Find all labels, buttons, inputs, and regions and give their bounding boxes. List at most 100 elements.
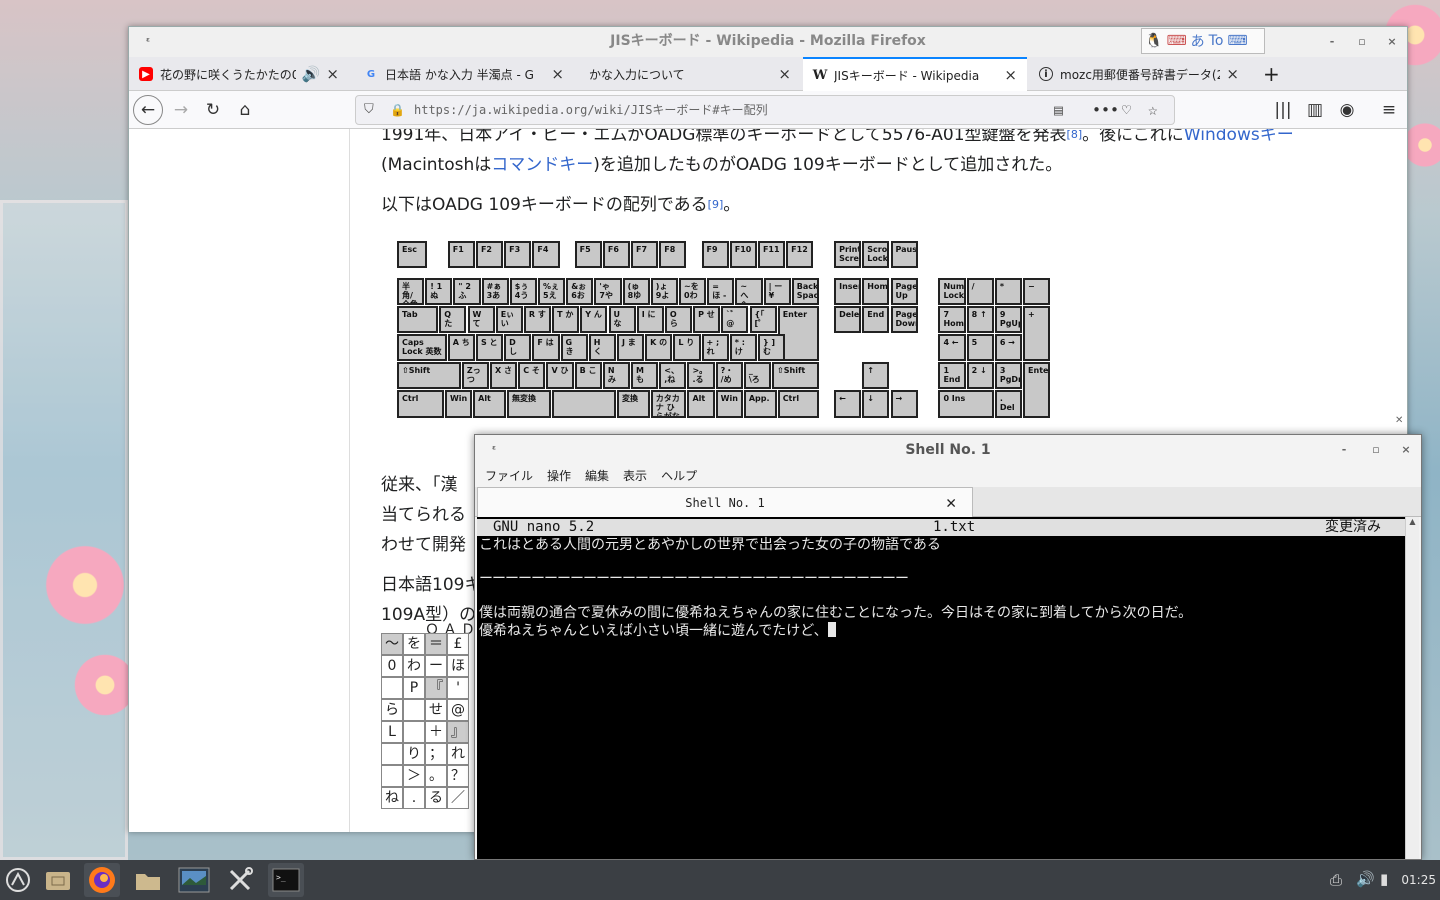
menu-help[interactable]: ヘルプ: [661, 465, 697, 487]
terminal-title: Shell No. 1: [905, 442, 991, 458]
library-icon[interactable]: |||: [1269, 97, 1297, 123]
window-menu-icon[interactable]: ᵋ: [141, 35, 155, 49]
scroll-up-icon[interactable]: ▲: [1406, 517, 1419, 526]
menu-edit[interactable]: 編集: [585, 465, 609, 487]
keyboard-key: F11: [757, 241, 786, 269]
keyboard-key: 2 ↓: [966, 362, 994, 390]
tab-kana[interactable]: かな入力について ×: [579, 57, 801, 91]
reader-view-icon[interactable]: ▤: [1054, 96, 1063, 124]
keyboard-key: <、 ,ね: [659, 362, 687, 390]
tab-close-icon[interactable]: ×: [1004, 66, 1017, 84]
close-button[interactable]: ×: [1399, 443, 1413, 457]
keyboard-key: Eぃ い: [495, 305, 523, 334]
keyboard-key: G き: [560, 334, 588, 362]
terminal-scrollbar[interactable]: ▲: [1405, 517, 1419, 859]
keyboard-key: 1 End: [938, 362, 966, 390]
table-cell: ほ: [447, 655, 469, 677]
penguin-icon[interactable]: 🐧: [1145, 33, 1162, 49]
volume-icon[interactable]: 🔊: [1356, 870, 1375, 888]
speaker-icon[interactable]: 🔊: [302, 65, 321, 83]
keyboard-key: Num Lock: [938, 277, 966, 305]
keyboard-key: ~を 0わ: [679, 277, 707, 305]
reload-button[interactable]: ↻: [199, 97, 227, 123]
tab-close-icon[interactable]: ×: [1226, 65, 1239, 83]
menu-view[interactable]: 表示: [623, 465, 647, 487]
tab-mozc[interactable]: i mozc用郵便番号辞書データ(20 ×: [1029, 57, 1249, 91]
ime-toolbar[interactable]: 🐧 ⌨ あ To ⌨: [1141, 28, 1265, 54]
table-cell: ／: [447, 787, 469, 809]
maximize-button[interactable]: ▫: [1355, 35, 1369, 49]
tab-wikipedia[interactable]: W JISキーボード - Wikipedia ×: [803, 57, 1027, 91]
settings-icon[interactable]: [222, 863, 258, 897]
keyboard-key: R す: [523, 305, 552, 334]
more-actions-icon[interactable]: •••: [1092, 96, 1119, 124]
nano-version: GNU nano 5.2: [493, 519, 595, 535]
shield-icon[interactable]: ⛉: [364, 96, 374, 124]
back-button[interactable]: ←: [133, 95, 163, 125]
tab-google[interactable]: G 日本語 かな入力 半濁点 - G ×: [354, 57, 574, 91]
keyboard-key: D し: [504, 334, 532, 362]
menu-actions[interactable]: 操作: [547, 465, 571, 487]
terminal-tab[interactable]: Shell No. 1 ✕: [477, 487, 973, 517]
close-button[interactable]: ×: [1385, 35, 1399, 49]
windows-key-link[interactable]: Windowsキー: [1184, 129, 1294, 145]
clock[interactable]: 01:25: [1401, 860, 1436, 900]
keyboard-key: 9 PgUp: [994, 305, 1023, 334]
hamburger-menu-icon[interactable]: ≡: [1375, 97, 1403, 123]
keyboard-key: %ぇ 5え: [538, 277, 566, 305]
keyboard-key: F4: [532, 241, 560, 269]
tab-youtube[interactable]: ▶ 花の野に咲くうたかたの0P 🔊 ×: [129, 57, 349, 91]
keyboard-key: End: [862, 305, 890, 334]
firefox-icon[interactable]: [84, 863, 120, 897]
battery-icon[interactable]: ▮: [1380, 870, 1388, 888]
table-cell: ': [447, 677, 469, 699]
bookmark-star-icon[interactable]: ☆: [1148, 96, 1158, 124]
table-cell: @: [447, 699, 469, 721]
hiragana-mode[interactable]: あ: [1191, 31, 1205, 51]
table-cell: れ: [447, 743, 469, 765]
window-title: JISキーボード - Wikipedia - Mozilla Firefox: [610, 33, 926, 49]
keyboard-icon[interactable]: ⌨: [1166, 33, 1186, 49]
home-button[interactable]: ⌂: [231, 97, 259, 123]
command-key-link[interactable]: コマンドキー: [491, 155, 593, 175]
citation-link[interactable]: [9]: [708, 198, 724, 211]
sidebar-icon[interactable]: ▥: [1301, 97, 1329, 123]
keyboard-key: | ー ¥: [763, 277, 791, 305]
direct-input-mode[interactable]: To: [1209, 33, 1224, 49]
tab-close-icon[interactable]: ×: [326, 65, 339, 83]
url-bar[interactable]: ⛉ 🔒 https://ja.wikipedia.org/wiki/JISキーボ…: [355, 95, 1175, 125]
table-cell: せ: [425, 699, 447, 721]
minimize-button[interactable]: -: [1325, 35, 1339, 49]
citation-link[interactable]: [8]: [1067, 129, 1083, 141]
keyboard-key: ~ へ ^: [735, 277, 763, 305]
account-icon[interactable]: ◉: [1333, 97, 1361, 123]
tab-close-icon[interactable]: ×: [778, 65, 791, 83]
terminal-screen[interactable]: GNU nano 5.2 1.txt 変更済み これはとある人間の元男とあやかし…: [477, 517, 1405, 859]
virtual-keyboard-icon[interactable]: ⌨: [1227, 33, 1247, 49]
terminal-icon[interactable]: >_: [268, 863, 304, 897]
keyboard-key: [552, 390, 616, 418]
maximize-button[interactable]: ▫: [1369, 443, 1383, 457]
nano-filename: 1.txt: [933, 519, 976, 535]
forward-button[interactable]: →: [167, 97, 195, 123]
keyboard-key: Caps Lock 英数: [397, 334, 447, 362]
keyboard-key: ←: [834, 390, 862, 418]
terminal-titlebar: ᵋ Shell No. 1 - ▫ ×: [475, 435, 1421, 465]
keyboard-key: A ち: [447, 334, 475, 362]
printer-icon[interactable]: ⎙: [1330, 871, 1342, 889]
tab-close-icon[interactable]: ×: [551, 65, 564, 83]
window-menu-icon[interactable]: ᵋ: [487, 443, 501, 457]
file-manager-icon[interactable]: [40, 863, 76, 897]
folder-icon[interactable]: [130, 863, 166, 897]
menu-icon[interactable]: [0, 863, 36, 897]
minimize-button[interactable]: -: [1337, 443, 1351, 457]
tab-close-icon[interactable]: ✕: [946, 488, 956, 518]
keyboard-key: (ゅ 8ゆ: [622, 277, 650, 305]
new-tab-button[interactable]: +: [1253, 57, 1287, 91]
menu-file[interactable]: ファイル: [485, 465, 533, 487]
image-viewer-icon[interactable]: [176, 863, 212, 897]
youtube-icon: ▶: [139, 67, 153, 81]
keyboard-key: Pause: [890, 241, 918, 269]
pocket-icon[interactable]: ♡: [1122, 96, 1131, 124]
terminal-window: ᵋ Shell No. 1 - ▫ × ファイル 操作 編集 表示 ヘルプ Sh…: [474, 434, 1422, 860]
